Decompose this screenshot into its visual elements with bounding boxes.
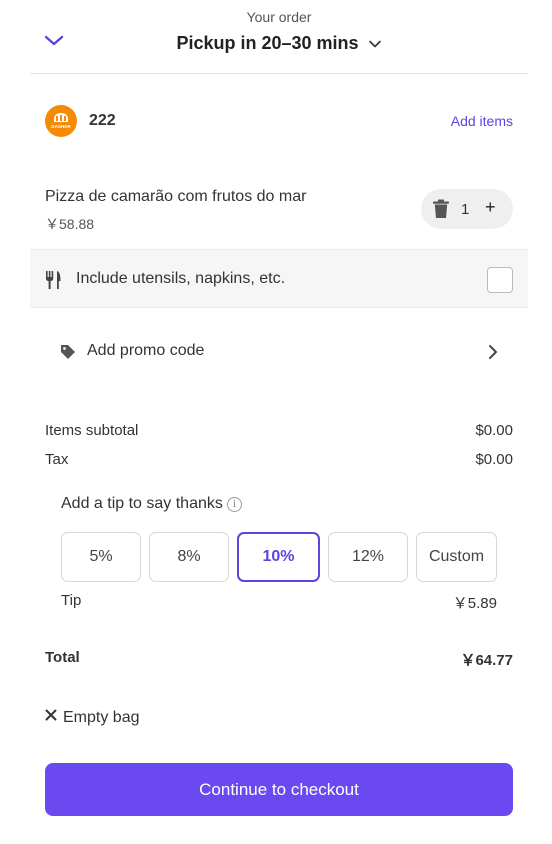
tip-value: ￥5.89 bbox=[452, 595, 497, 612]
close-icon bbox=[45, 709, 57, 721]
tip-title-label: Add a tip to say thanks bbox=[61, 495, 223, 512]
tip-option-8[interactable]: 8% bbox=[149, 532, 229, 582]
store-row: DASHER 222 Add items bbox=[45, 105, 513, 139]
checkout-button[interactable]: Continue to checkout bbox=[45, 763, 513, 816]
info-icon[interactable]: i bbox=[226, 497, 242, 512]
increase-quantity-button[interactable]: + bbox=[485, 197, 496, 218]
tip-option-12[interactable]: 12% bbox=[328, 532, 408, 582]
order-header: Your order Pickup in 20–30 mins bbox=[30, 0, 528, 74]
tip-option-5[interactable]: 5% bbox=[61, 532, 141, 582]
tip-option-10[interactable]: 10% bbox=[237, 532, 320, 582]
tip-option-custom[interactable]: Custom bbox=[416, 532, 497, 582]
tip-title: Add a tip to say thanks i bbox=[61, 495, 242, 513]
store-logo-text: DASHER bbox=[51, 124, 71, 129]
remove-item-button[interactable] bbox=[432, 199, 450, 219]
promo-code-row[interactable]: Add promo code bbox=[45, 330, 513, 374]
header-subtitle: Your order bbox=[246, 9, 312, 25]
chevron-right-icon bbox=[489, 345, 497, 359]
store-logo-icon: DASHER bbox=[51, 113, 71, 129]
tag-icon bbox=[61, 345, 75, 359]
pickup-time-label: Pickup in 20–30 mins bbox=[176, 33, 359, 53]
subtotal-row: Items subtotal $0.00 bbox=[45, 422, 513, 442]
fork-knife-icon bbox=[46, 271, 61, 289]
utensils-label: Include utensils, napkins, etc. bbox=[76, 270, 286, 287]
store-name: 222 bbox=[89, 112, 116, 129]
trash-icon bbox=[433, 199, 449, 218]
total-row: Total ￥64.77 bbox=[45, 649, 513, 669]
tax-label: Tax bbox=[45, 451, 69, 468]
total-value: ￥64.77 bbox=[460, 652, 513, 669]
pickup-time-selector[interactable]: Pickup in 20–30 mins bbox=[30, 33, 528, 54]
quantity-stepper: 1 + bbox=[421, 189, 513, 229]
tax-row: Tax $0.00 bbox=[45, 451, 513, 471]
store-logo: DASHER bbox=[45, 105, 77, 137]
tax-value: $0.00 bbox=[475, 451, 513, 468]
add-items-link[interactable]: Add items bbox=[451, 113, 513, 129]
quantity-value: 1 bbox=[461, 201, 470, 218]
tip-row: Tip ￥5.89 bbox=[61, 592, 497, 612]
subtotal-label: Items subtotal bbox=[45, 422, 139, 439]
item-name: Pizza de camarão com frutos do mar bbox=[45, 188, 307, 205]
utensils-row: Include utensils, napkins, etc. bbox=[30, 249, 528, 308]
order-panel: Your order Pickup in 20–30 mins DASHER 2… bbox=[0, 0, 552, 844]
subtotal-value: $0.00 bbox=[475, 422, 513, 439]
chevron-down-icon bbox=[368, 40, 381, 48]
total-label: Total bbox=[45, 649, 80, 666]
promo-code-label: Add promo code bbox=[87, 342, 205, 359]
empty-bag-label: Empty bag bbox=[63, 709, 140, 726]
utensils-checkbox[interactable] bbox=[487, 267, 513, 293]
empty-bag-button[interactable]: Empty bag bbox=[45, 709, 139, 727]
item-price: ￥58.88 bbox=[45, 216, 95, 232]
tip-label: Tip bbox=[61, 592, 82, 609]
